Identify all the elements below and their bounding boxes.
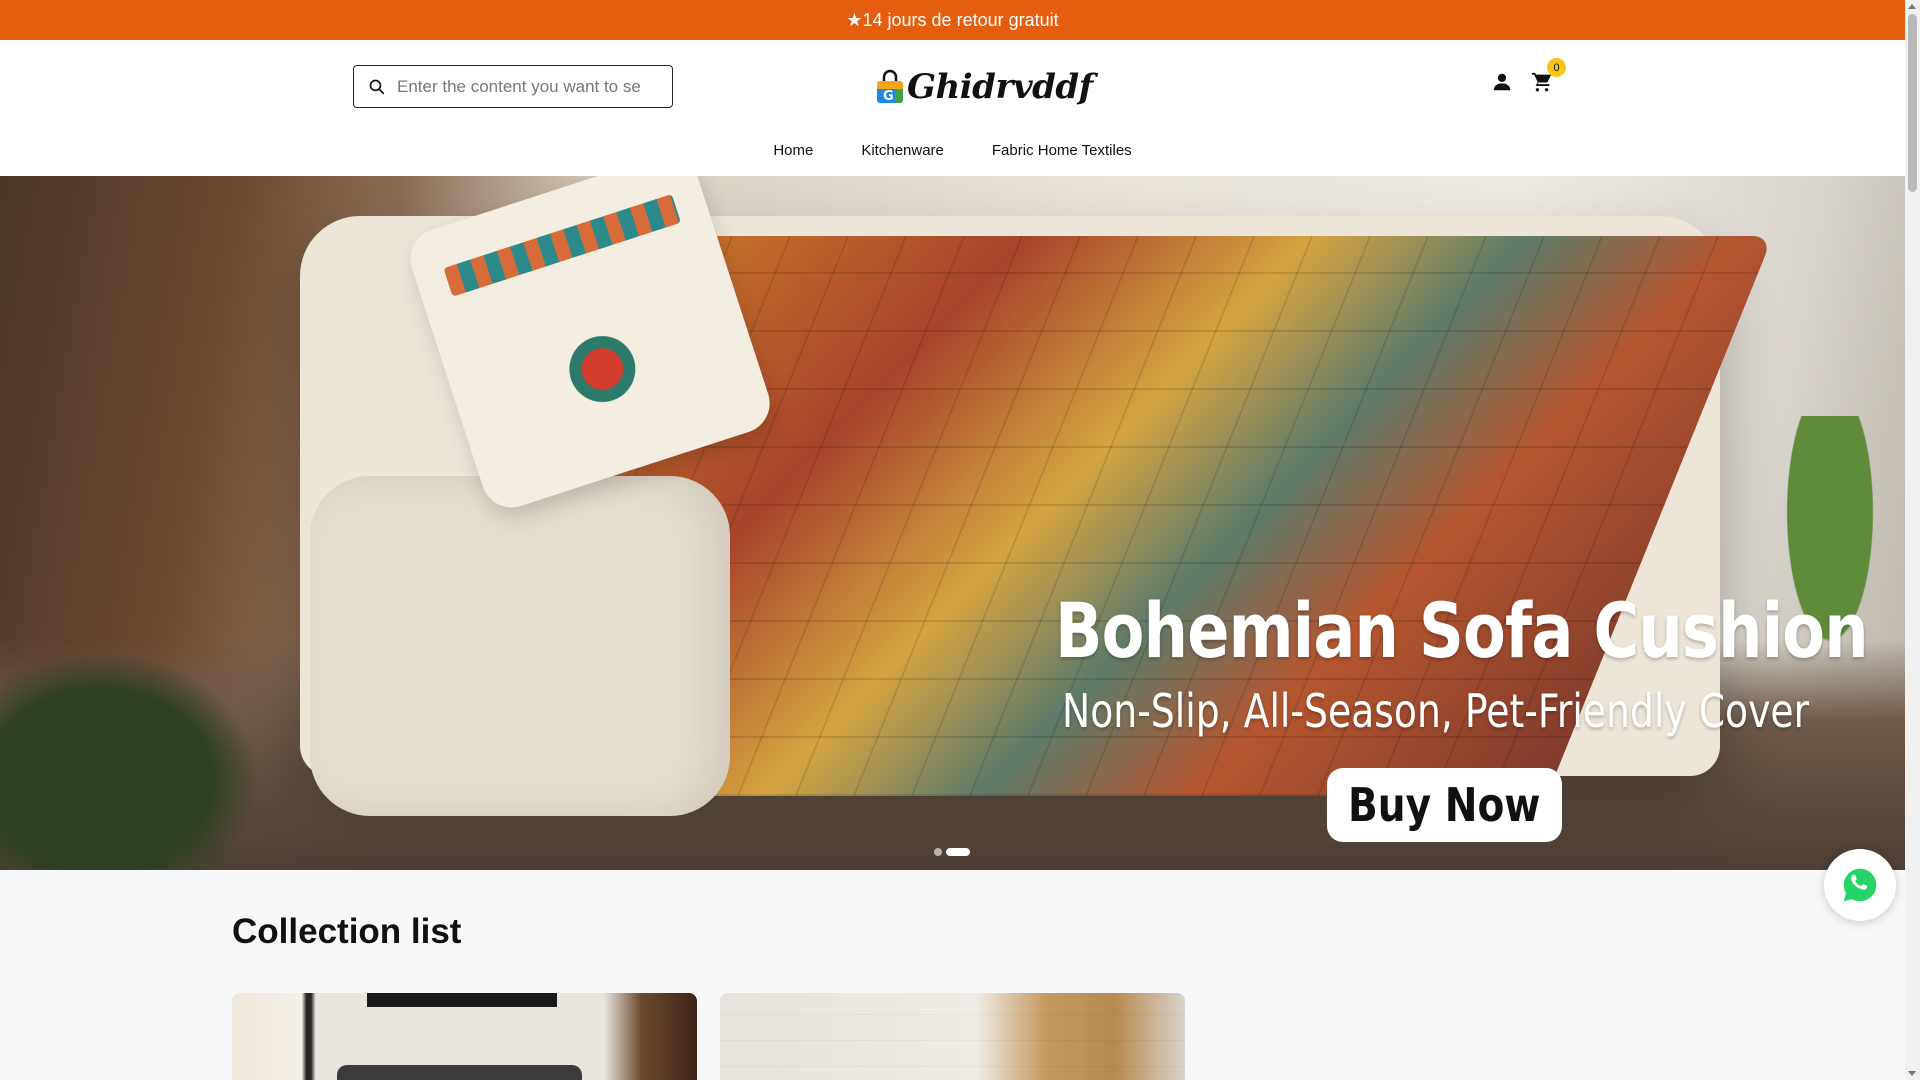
logo-bag-icon: G	[875, 69, 905, 105]
account-button[interactable]	[1490, 70, 1514, 94]
search-icon	[369, 79, 385, 95]
slider-dot-2[interactable]	[946, 848, 970, 856]
hero-title: Bohemian Sofa Cushion	[1055, 586, 1869, 675]
nav-item-kitchenware[interactable]: Kitchenware	[837, 142, 968, 159]
scroll-thumb[interactable]	[1908, 14, 1917, 192]
slider-dots	[934, 848, 970, 856]
nav-item-fabric-home-textiles[interactable]: Fabric Home Textiles	[968, 142, 1156, 159]
site-header: G Ghidrvddf 0 Home Kitchenware Fabric Ho…	[0, 40, 1905, 176]
buy-now-label: Buy Now	[1348, 778, 1541, 832]
search-box[interactable]	[353, 65, 673, 108]
slider-dot-1[interactable]	[934, 848, 942, 856]
search-input[interactable]	[397, 76, 657, 97]
collection-section: Collection list	[0, 870, 1905, 1080]
site-logo[interactable]: G Ghidrvddf	[875, 62, 1093, 112]
buy-now-button[interactable]: Buy Now	[1327, 768, 1562, 842]
announcement-text: ★14 jours de retour gratuit	[846, 9, 1059, 30]
hero-sofa-arm	[310, 476, 730, 816]
header-actions: 0	[1490, 58, 1566, 94]
nav-item-home[interactable]: Home	[749, 142, 837, 159]
collection-title: Collection list	[232, 912, 462, 951]
page-scrollbar[interactable]	[1905, 0, 1920, 1080]
scroll-up-arrow[interactable]	[1908, 4, 1916, 9]
collection-card-1[interactable]	[232, 993, 697, 1080]
cart-button[interactable]: 0	[1530, 58, 1566, 94]
collection-card-2[interactable]	[720, 993, 1185, 1080]
announcement-bar: ★14 jours de retour gratuit	[0, 0, 1905, 40]
hero-banner[interactable]: Bohemian Sofa Cushion Non-Slip, All-Seas…	[0, 176, 1905, 870]
scroll-down-arrow[interactable]	[1908, 1071, 1916, 1076]
svg-text:G: G	[883, 89, 894, 104]
whatsapp-icon	[1843, 868, 1877, 902]
logo-text: Ghidrvddf	[907, 67, 1093, 107]
user-icon	[1493, 73, 1511, 91]
whatsapp-button[interactable]	[1824, 849, 1896, 921]
cart-count-badge: 0	[1547, 58, 1566, 77]
main-nav: Home Kitchenware Fabric Home Textiles	[0, 142, 1905, 159]
hero-subtitle: Non-Slip, All-Season, Pet-Friendly Cover	[1062, 684, 1810, 738]
